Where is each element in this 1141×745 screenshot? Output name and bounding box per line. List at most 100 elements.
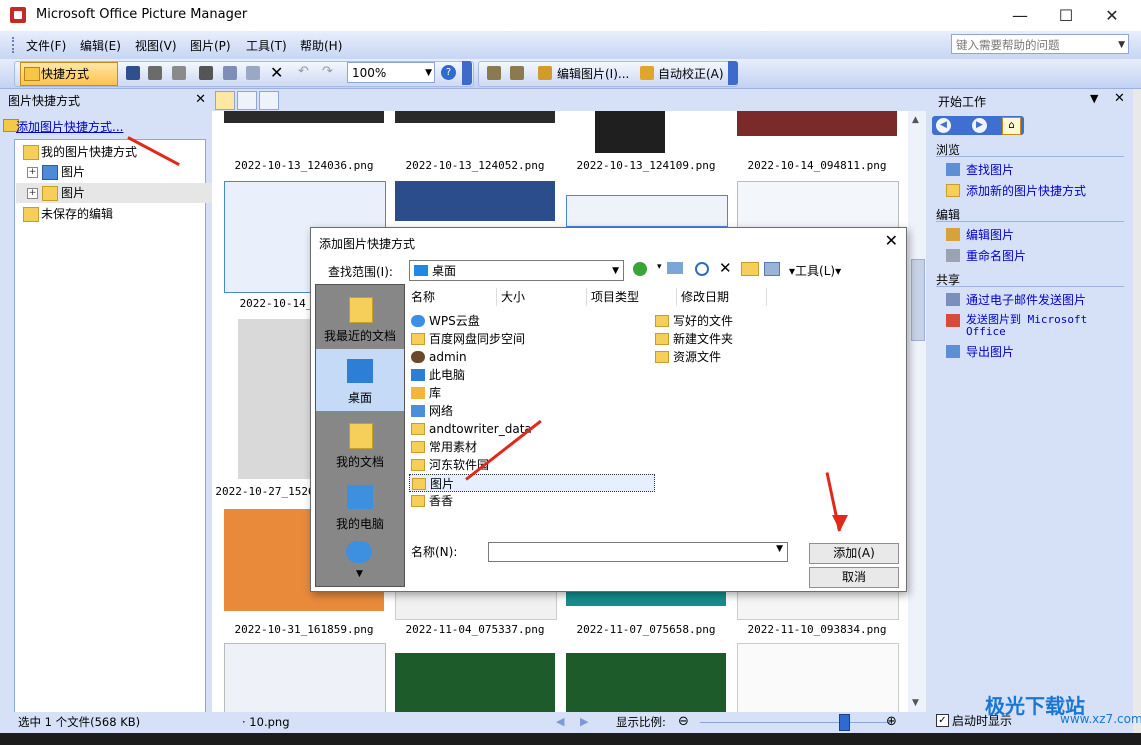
redo-icon[interactable]: ↷ — [322, 64, 333, 79]
export-pictures-link[interactable]: 导出图片 — [966, 343, 1014, 360]
help-search-input[interactable]: 键入需要帮助的问题 ▼ — [951, 34, 1129, 54]
views-icon[interactable] — [764, 262, 780, 280]
toolbar-overflow-button-2[interactable] — [728, 61, 738, 85]
expand-icon[interactable]: + — [27, 167, 38, 178]
undo-icon[interactable]: ↶ — [298, 64, 309, 79]
thumbnail-image[interactable] — [395, 590, 557, 620]
list-item-selected[interactable]: 图片 — [409, 474, 655, 492]
rotate-left-icon[interactable] — [487, 66, 501, 80]
list-item[interactable]: andtowriter_data — [409, 420, 532, 438]
thumbnail-image[interactable] — [395, 181, 555, 221]
copy-icon[interactable] — [223, 66, 237, 80]
tree-item-unsaved-edits[interactable]: 未保存的编辑 — [21, 204, 113, 224]
forward-icon[interactable]: ▶ — [972, 118, 987, 133]
maximize-button[interactable]: ☐ — [1043, 0, 1089, 31]
save-icon[interactable] — [126, 66, 140, 80]
edit-pictures-link[interactable]: 编辑图片 — [966, 226, 1014, 243]
menu-view[interactable]: 视图(V) — [135, 37, 177, 54]
paste-icon[interactable] — [246, 66, 260, 80]
search-web-icon[interactable] — [695, 262, 709, 280]
chevron-down-icon[interactable]: ▾ — [657, 262, 662, 280]
cancel-button[interactable]: 取消 — [809, 567, 899, 588]
back-icon[interactable]: ◀ — [936, 118, 951, 133]
column-type[interactable]: 项目类型 — [587, 288, 677, 306]
chevron-down-icon[interactable]: ▼ — [1118, 35, 1125, 55]
list-item[interactable]: WPS云盘 — [409, 312, 480, 330]
list-item[interactable]: 常用素材 — [409, 438, 477, 456]
thumbnail-image[interactable] — [566, 590, 726, 606]
tree-item-my-shortcuts[interactable]: 我的图片快捷方式 — [21, 142, 137, 162]
thumbnail-image[interactable] — [737, 590, 899, 620]
filmstrip-view-icon[interactable] — [237, 91, 257, 110]
shortcuts-button[interactable]: 快捷方式(S)... — [20, 62, 118, 103]
thumbnail-image[interactable] — [737, 643, 899, 712]
scroll-down-icon[interactable]: ▼ — [912, 698, 919, 708]
help-icon[interactable]: ? — [441, 65, 456, 80]
list-item[interactable]: 此电脑 — [409, 366, 465, 384]
email-pictures-link[interactable]: 通过电子邮件发送图片 — [966, 291, 1086, 308]
menu-help[interactable]: 帮助(H) — [300, 37, 342, 54]
chevron-down-icon[interactable]: ▼ — [776, 544, 783, 554]
close-icon[interactable]: ✕ — [1114, 91, 1125, 106]
menu-file[interactable]: 文件(F) — [26, 37, 66, 54]
thumbnail-image[interactable] — [737, 111, 897, 136]
column-size[interactable]: 大小 — [497, 288, 587, 306]
zoom-out-icon[interactable]: ⊖ — [678, 712, 689, 732]
scroll-down-icon[interactable]: ▼ — [356, 569, 363, 579]
zoom-slider-track[interactable] — [700, 722, 890, 723]
file-list[interactable]: 名称 大小 项目类型 修改日期 WPS云盘 百度网盘同步空间 admin 此电脑… — [407, 284, 905, 540]
look-in-combo[interactable]: 桌面 ▼ — [409, 260, 624, 281]
list-item[interactable]: admin — [409, 348, 467, 366]
zoom-slider-thumb[interactable] — [839, 714, 850, 731]
up-folder-icon[interactable] — [667, 262, 683, 280]
scrollbar-thumb[interactable] — [911, 259, 925, 341]
show-on-startup-checkbox[interactable]: ✓ — [936, 714, 949, 727]
delete-icon[interactable]: ✕ — [270, 63, 283, 82]
menu-grip[interactable] — [12, 37, 17, 53]
list-item[interactable]: 资源文件 — [653, 348, 721, 366]
tree-item-pictures-1[interactable]: + 图片 — [25, 162, 85, 182]
thumbnail-image[interactable] — [395, 111, 555, 123]
menu-tools[interactable]: 工具(T) — [246, 37, 287, 54]
email-icon[interactable] — [172, 66, 186, 80]
close-icon[interactable]: ✕ — [195, 92, 206, 107]
auto-correct-button[interactable]: 自动校正(A) — [658, 65, 724, 82]
list-item[interactable]: 新建文件夹 — [653, 330, 733, 348]
expand-icon[interactable]: + — [27, 188, 38, 199]
dialog-close-icon[interactable]: ✕ — [885, 231, 898, 250]
tools-menu[interactable]: ▾工具(L)▾ — [789, 262, 841, 280]
place-computer[interactable]: 我的电脑 — [316, 475, 404, 537]
thumbnail-image[interactable] — [224, 643, 386, 712]
list-item[interactable]: 写好的文件 — [653, 312, 733, 330]
thumbnail-image[interactable] — [595, 111, 665, 153]
list-item[interactable]: 网络 — [409, 402, 453, 420]
rotate-right-icon[interactable] — [510, 66, 524, 80]
menu-picture[interactable]: 图片(P) — [190, 37, 231, 54]
thumbnail-image[interactable] — [566, 195, 728, 227]
place-desktop[interactable]: 桌面 — [316, 349, 404, 411]
pane-menu-chevron-icon[interactable]: ▼ — [1090, 92, 1098, 105]
rename-pictures-link[interactable]: 重命名图片 — [966, 247, 1026, 264]
column-modified[interactable]: 修改日期 — [677, 288, 767, 306]
thumbnail-image[interactable] — [224, 111, 384, 123]
zoom-in-icon[interactable]: ⊕ — [886, 712, 897, 732]
shortcut-tree[interactable]: 我的图片快捷方式 + 图片 + 图片 未保存的编辑 — [14, 139, 249, 715]
thumbnail-image[interactable] — [737, 181, 899, 228]
new-folder-icon[interactable] — [741, 262, 759, 280]
zoom-combo[interactable]: 100% ▼ — [347, 62, 435, 83]
list-item[interactable]: 百度网盘同步空间 — [409, 330, 525, 348]
single-view-icon[interactable] — [259, 91, 279, 110]
menu-edit[interactable]: 编辑(E) — [80, 37, 121, 54]
home-icon[interactable]: ⌂ — [1002, 117, 1021, 135]
column-name[interactable]: 名称 — [407, 288, 497, 306]
print-icon[interactable] — [148, 66, 162, 80]
edit-pictures-icon[interactable] — [538, 66, 552, 80]
thumbnail-view-icon[interactable] — [215, 91, 235, 110]
thumbnail-image[interactable] — [566, 653, 726, 712]
add-button[interactable]: 添加(A) — [809, 543, 899, 564]
thumbnail-image[interactable] — [395, 653, 555, 712]
close-button[interactable]: ✕ — [1089, 0, 1135, 31]
network-icon[interactable] — [346, 541, 372, 563]
place-documents[interactable]: 我的文档 — [316, 413, 404, 475]
file-name-input[interactable]: ▼ — [488, 542, 788, 562]
